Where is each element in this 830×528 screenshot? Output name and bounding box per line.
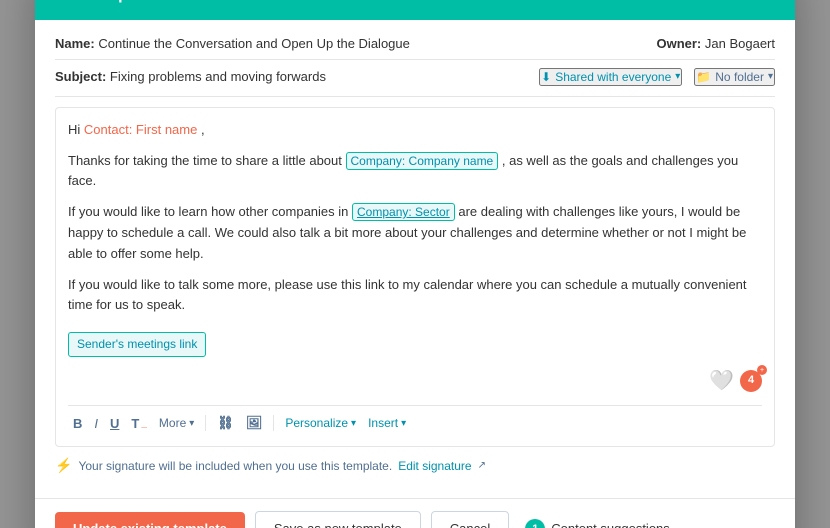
paragraph1-pre: Thanks for taking the time to share a li…: [68, 153, 342, 168]
insert-chevron-icon: ▾: [401, 418, 406, 429]
paragraph2-pre: If you would like to learn how other com…: [68, 204, 348, 219]
more-button[interactable]: More ▾: [154, 413, 199, 433]
paragraph-2: If you would like to learn how other com…: [68, 202, 762, 264]
save-new-template-button[interactable]: Save as new template: [255, 511, 421, 528]
emoji-icon[interactable]: 🤍: [709, 365, 734, 397]
insert-button[interactable]: Insert ▾: [363, 413, 411, 433]
personalize-button[interactable]: Personalize ▾: [280, 413, 361, 433]
greeting-paragraph: Hi Contact: First name ,: [68, 120, 762, 141]
edit-template-modal: Edit template × Name: Continue the Conve…: [35, 0, 795, 528]
image-button[interactable]: 🖼: [241, 412, 268, 434]
edit-signature-link[interactable]: Edit signature: [398, 459, 471, 473]
download-icon: ⬇: [541, 70, 551, 84]
folder-button[interactable]: 📁 No folder ▾: [694, 68, 775, 86]
toolbar-separator-1: [205, 415, 206, 431]
modal-header: Edit template ×: [35, 0, 795, 20]
editor-content: Hi Contact: First name , Thanks for taki…: [68, 120, 762, 316]
paragraph-3: If you would like to talk some more, ple…: [68, 275, 762, 317]
text-color-label: T: [131, 416, 139, 431]
meetings-link[interactable]: Sender's meetings link: [68, 332, 206, 357]
personalize-label: Personalize: [285, 416, 348, 430]
owner-key: Owner:: [656, 36, 701, 51]
template-name: Name: Continue the Conversation and Open…: [55, 36, 410, 51]
template-subject: Subject: Fixing problems and moving forw…: [55, 69, 326, 84]
text-color-indicator: _: [141, 418, 147, 429]
personalize-chevron-icon: ▾: [351, 418, 356, 429]
folder-icon: 📁: [696, 70, 711, 84]
contact-token[interactable]: Contact: First name: [84, 122, 197, 137]
editor-area[interactable]: Hi Contact: First name , Thanks for taki…: [55, 107, 775, 448]
content-suggestions-button[interactable]: 1 Content suggestions: [525, 519, 670, 528]
modal-title: Edit template: [55, 0, 155, 4]
name-row: Name: Continue the Conversation and Open…: [55, 36, 775, 60]
emoji-ai-row: 🤍 4 +: [709, 365, 762, 397]
content-suggestions-badge: 1: [525, 519, 545, 528]
ai-badge-container[interactable]: 4 +: [740, 370, 762, 392]
owner-value: Jan Bogaert: [705, 36, 775, 51]
modal-overlay: Edit template × Name: Continue the Conve…: [0, 0, 830, 528]
company-token[interactable]: Company: Company name: [346, 152, 499, 170]
close-button[interactable]: ×: [752, 0, 775, 6]
greeting-text: Hi: [68, 122, 80, 137]
content-suggestions-label: Content suggestions: [551, 521, 670, 528]
signature-notice: Your signature will be included when you…: [78, 459, 392, 473]
folder-chevron-icon: ▾: [768, 71, 773, 82]
shared-label: Shared with everyone: [555, 70, 671, 84]
subject-key: Subject:: [55, 69, 106, 84]
modal-footer: Update existing template Save as new tem…: [35, 498, 795, 528]
image-icon: 🖼: [246, 415, 263, 431]
name-value: Continue the Conversation and Open Up th…: [98, 36, 410, 51]
insert-label: Insert: [368, 416, 398, 430]
paragraph-1: Thanks for taking the time to share a li…: [68, 151, 762, 193]
subject-value: Fixing problems and moving forwards: [110, 69, 326, 84]
more-chevron-icon: ▾: [189, 418, 194, 429]
link-button[interactable]: ⛓: [212, 412, 239, 434]
toolbar-separator-2: [273, 415, 274, 431]
text-color-button[interactable]: T _: [126, 413, 152, 434]
signature-icon: ⚡: [55, 457, 72, 474]
signature-row: ⚡ Your signature will be included when y…: [55, 447, 775, 482]
subject-actions: ⬇ Shared with everyone ▾ 📁 No folder ▾: [539, 68, 775, 86]
link-icon: ⛓: [217, 415, 234, 431]
shared-with-button[interactable]: ⬇ Shared with everyone ▾: [539, 68, 682, 86]
bold-button[interactable]: B: [68, 413, 87, 434]
underline-button[interactable]: U: [105, 413, 124, 434]
cancel-button[interactable]: Cancel: [431, 511, 509, 528]
italic-button[interactable]: I: [89, 413, 103, 434]
folder-label: No folder: [715, 70, 764, 84]
update-template-button[interactable]: Update existing template: [55, 512, 245, 528]
name-key: Name:: [55, 36, 95, 51]
editor-bottom-row: 🤍 4 +: [68, 365, 762, 397]
more-label: More: [159, 416, 186, 430]
editor-toolbar: B I U T _ More ▾ ⛓ �: [68, 405, 762, 434]
template-owner: Owner: Jan Bogaert: [656, 36, 775, 51]
external-link-icon: ↗: [478, 460, 486, 471]
ai-plus-icon: +: [757, 365, 767, 375]
sector-token[interactable]: Company: Sector: [352, 203, 455, 221]
modal-body: Name: Continue the Conversation and Open…: [35, 20, 795, 499]
shared-chevron-icon: ▾: [675, 71, 680, 82]
meetings-row: Sender's meetings link: [68, 326, 762, 357]
subject-row: Subject: Fixing problems and moving forw…: [55, 68, 775, 97]
